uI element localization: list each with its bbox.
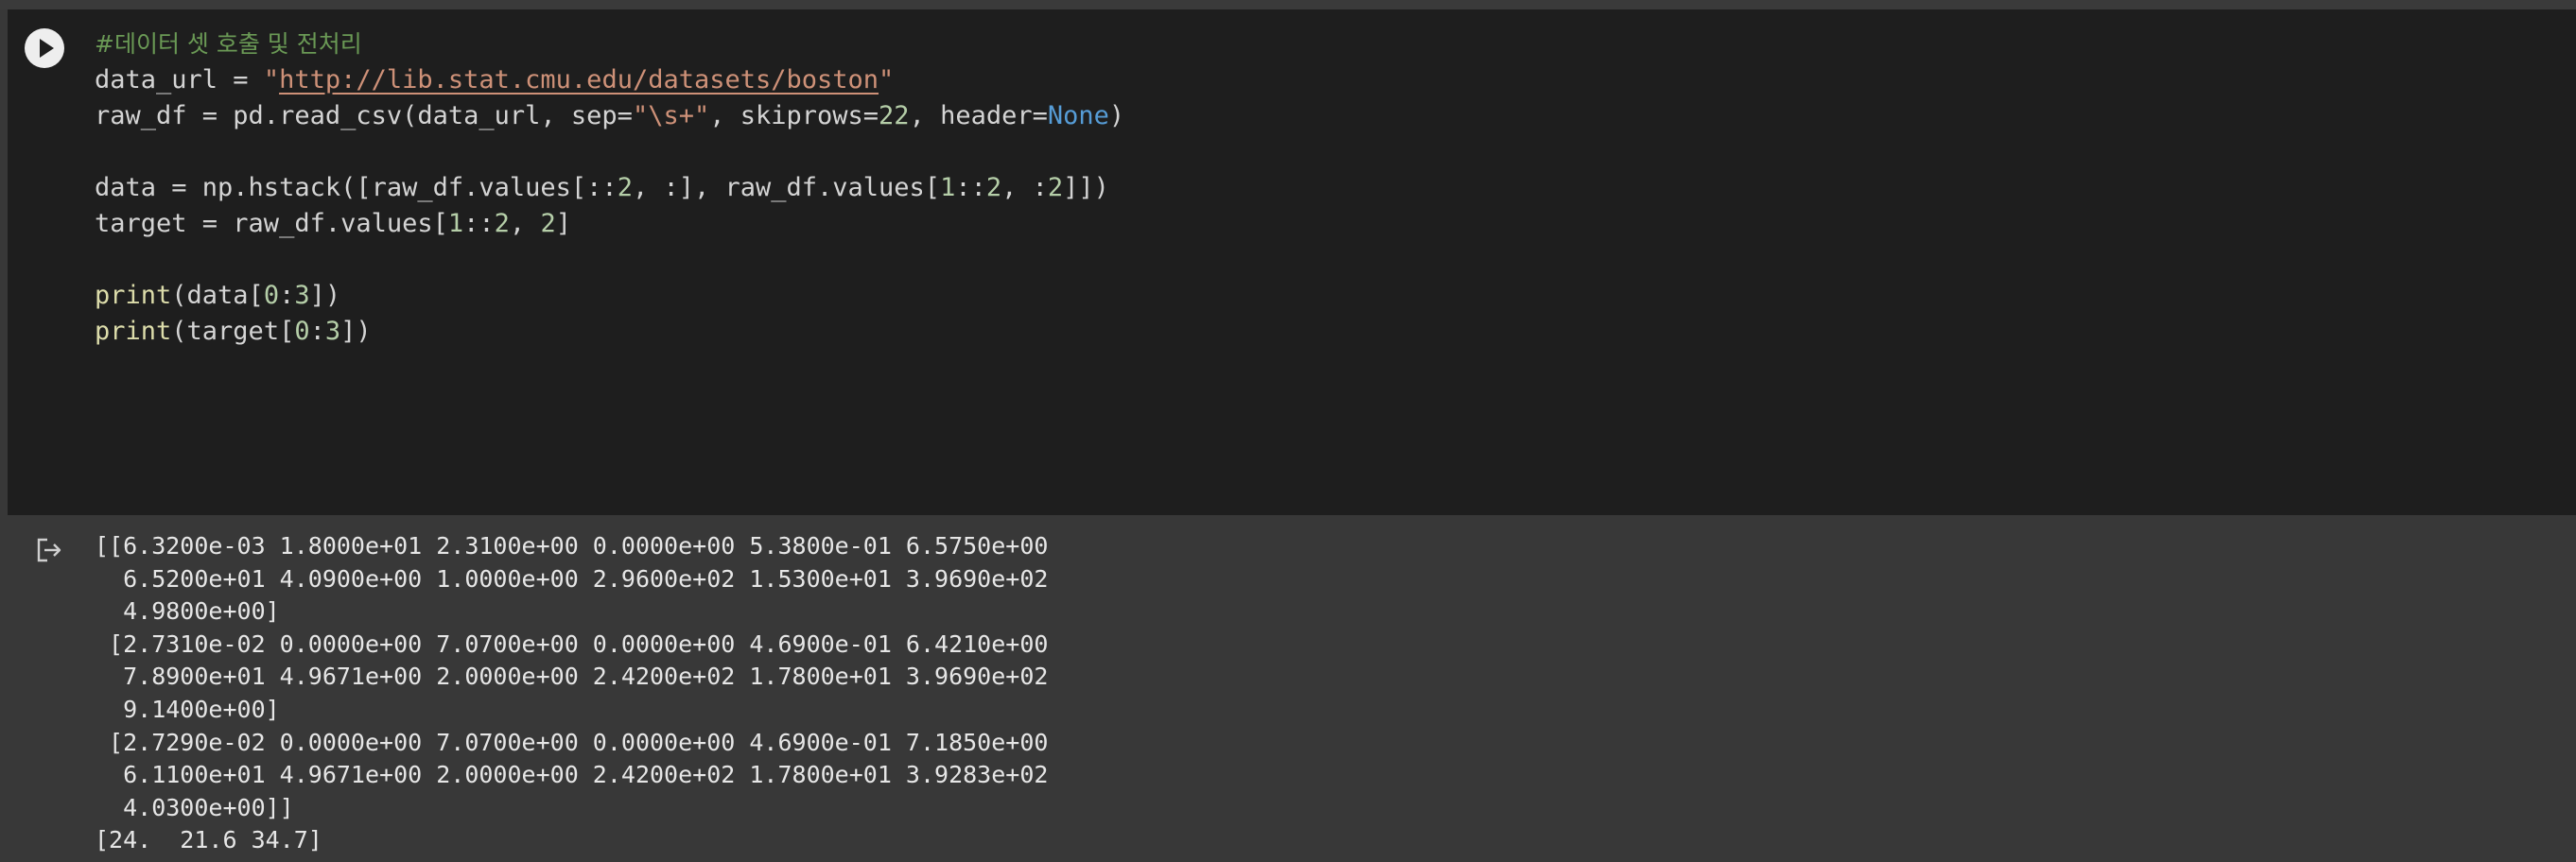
- code-line: raw_df = pd.read_csv(data_url, sep="\s+"…: [95, 98, 1124, 134]
- output-line: 7.8900e+01 4.9671e+00 2.0000e+00 2.4200e…: [95, 663, 1049, 691]
- code-line: print(target[0:3]): [95, 314, 1124, 350]
- output-line: 9.1400e+00]: [95, 695, 280, 723]
- code-token: 1: [940, 173, 956, 202]
- output-line: 6.5200e+01 4.0900e+00 1.0000e+00 2.9600e…: [95, 564, 1049, 593]
- output-line: 4.9800e+00]: [95, 597, 280, 626]
- output-line: [[6.3200e-03 1.8000e+01 2.3100e+00 0.000…: [95, 532, 1049, 560]
- code-token: raw_df = pd.read_csv(data_url, sep=: [95, 101, 633, 130]
- code-token: ": [879, 65, 895, 95]
- code-token: ::: [955, 173, 986, 202]
- code-token: , :: [1001, 173, 1048, 202]
- code-token: 0: [294, 317, 310, 346]
- output-line: 6.1100e+01 4.9671e+00 2.0000e+00 2.4200e…: [95, 761, 1049, 789]
- code-token: target = raw_df.values[: [95, 209, 448, 238]
- code-line: data = np.hstack([raw_df.values[::2, :],…: [95, 170, 1124, 206]
- code-token: :: [309, 317, 325, 346]
- code-editor[interactable]: #데이터 셋 호출 및 전처리 data_url = "http://lib.st…: [95, 26, 1124, 350]
- code-token: ,: [509, 209, 541, 238]
- code-token: 0: [263, 281, 280, 310]
- output-line: [24. 21.6 34.7]: [95, 826, 322, 854]
- code-token: #데이터 셋 호출 및 전처리: [95, 30, 362, 58]
- play-icon: [40, 39, 54, 58]
- output-line: [2.7290e-02 0.0000e+00 7.0700e+00 0.0000…: [95, 728, 1049, 756]
- code-token: data_url =: [95, 65, 264, 95]
- code-token: :: [279, 281, 295, 310]
- code-token: ]]): [1063, 173, 1109, 202]
- code-token: 3: [294, 281, 310, 310]
- code-token: None: [1047, 101, 1109, 130]
- code-token: (data[: [171, 281, 264, 310]
- code-token: , :], raw_df.values[: [632, 173, 941, 202]
- code-line: target = raw_df.values[1::2, 2]: [95, 206, 1124, 242]
- code-token: ]): [309, 281, 341, 310]
- code-token: data = np.hstack([raw_df.values[::: [95, 173, 618, 202]
- code-link[interactable]: http://lib.stat.cmu.edu/datasets/boston: [279, 65, 879, 95]
- code-token: 22: [879, 101, 910, 130]
- code-token: 2: [985, 173, 1002, 202]
- cell-output: [[6.3200e-03 1.8000e+01 2.3100e+00 0.000…: [95, 530, 1048, 857]
- code-line: data_url = "http://lib.stat.cmu.edu/data…: [95, 62, 1124, 98]
- output-line: 4.0300e+00]]: [95, 793, 294, 821]
- code-token: 3: [324, 317, 341, 346]
- top-strip: [0, 0, 2576, 9]
- code-token: 2: [617, 173, 633, 202]
- code-token: print: [95, 317, 172, 346]
- code-token: 2: [540, 209, 556, 238]
- code-token: ::: [463, 209, 495, 238]
- output-line: [2.7310e-02 0.0000e+00 7.0700e+00 0.0000…: [95, 629, 1049, 658]
- code-token: ]): [340, 317, 372, 346]
- code-token: ": [263, 65, 280, 95]
- code-token: , skiprows=: [709, 101, 879, 130]
- code-token: 2: [1047, 173, 1064, 202]
- code-token: "\s+": [632, 101, 710, 130]
- code-token: , header=: [909, 101, 1048, 130]
- run-cell-button[interactable]: [25, 28, 64, 68]
- code-token: ): [1108, 101, 1125, 130]
- code-line: #데이터 셋 호출 및 전처리: [95, 26, 1124, 62]
- output-redirect-icon[interactable]: [34, 535, 64, 565]
- code-line: print(data[0:3]): [95, 278, 1124, 314]
- code-token: (target[: [171, 317, 295, 346]
- code-token: ]: [555, 209, 571, 238]
- code-token: print: [95, 281, 172, 310]
- code-token: 2: [494, 209, 510, 238]
- code-token: 1: [447, 209, 464, 238]
